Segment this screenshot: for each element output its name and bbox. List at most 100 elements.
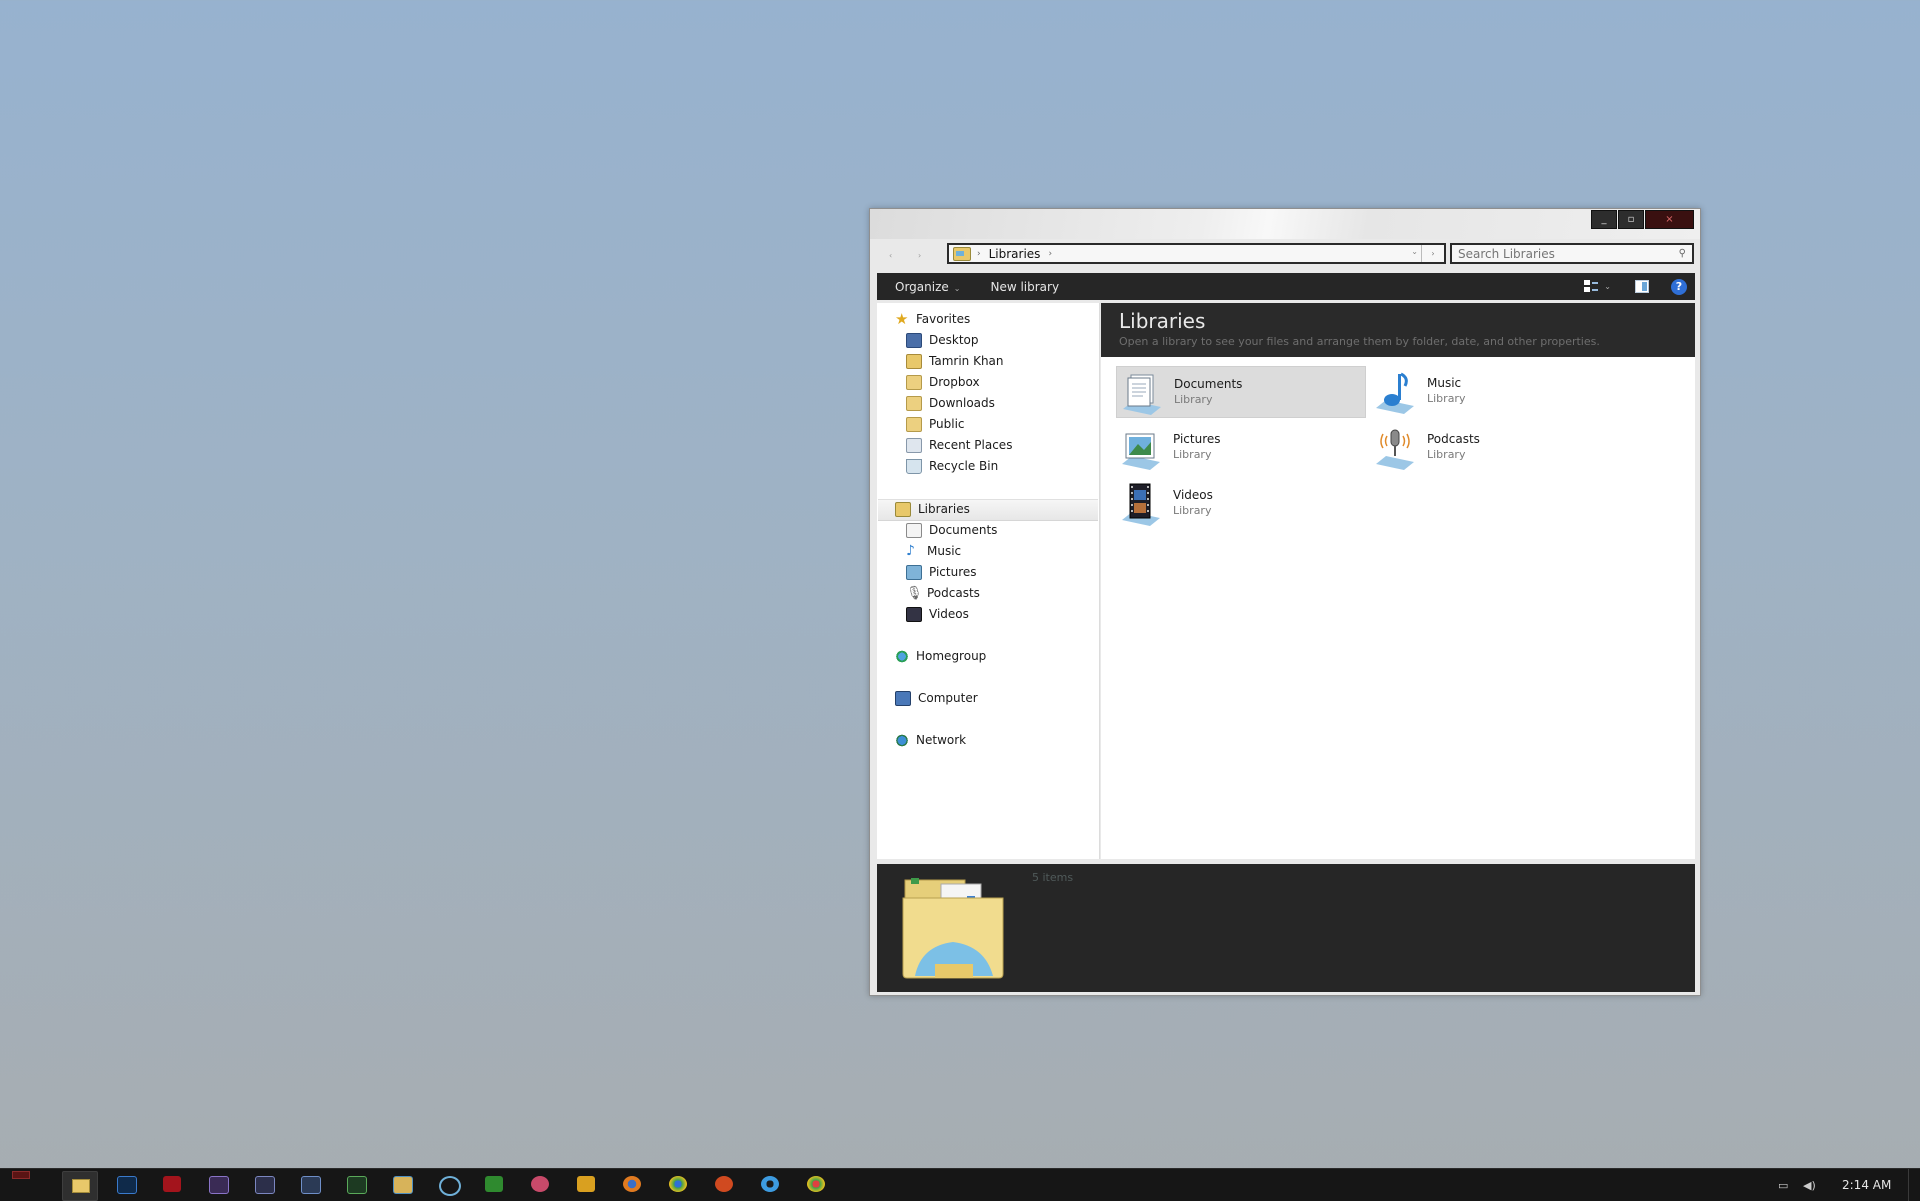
recent-places-icon [906, 437, 922, 453]
item-count: 5 items [1032, 871, 1074, 884]
library-documents[interactable]: Documents Library [1116, 366, 1366, 418]
start-icon[interactable] [12, 1171, 30, 1179]
nav-favorites[interactable]: ★ Favorites [895, 309, 970, 329]
minimize-button[interactable]: _ [1591, 210, 1617, 229]
organize-label: Organize [895, 279, 949, 294]
nav-user-folder[interactable]: Tamrin Khan [906, 351, 1004, 371]
nav-podcasts[interactable]: 🎙 Podcasts [906, 583, 980, 603]
microphone-icon: 🎙 [906, 585, 923, 601]
opera-icon[interactable] [715, 1176, 733, 1192]
volume-icon[interactable]: ◀) [1803, 1179, 1817, 1192]
nav-label: Documents [929, 523, 998, 537]
change-view-icon[interactable] [1584, 280, 1599, 293]
nav-label: Videos [929, 607, 969, 621]
library-type: Library [1427, 448, 1466, 461]
clock[interactable]: 2:14 AM [1842, 1178, 1891, 1192]
breadcrumb-libraries[interactable]: Libraries [989, 247, 1041, 261]
nav-videos[interactable]: Videos [906, 604, 969, 624]
videos-library-icon [1122, 483, 1160, 526]
preview-pane-icon[interactable] [1635, 280, 1649, 293]
pinwheel-icon[interactable] [531, 1176, 549, 1192]
search-input[interactable] [1452, 245, 1670, 262]
new-library-button[interactable]: New library [990, 280, 1059, 294]
library-pictures[interactable]: Pictures Library [1116, 422, 1366, 474]
nav-label: Pictures [929, 565, 977, 579]
nav-public[interactable]: Public [906, 414, 965, 434]
breadcrumb-separator-icon[interactable]: › [1048, 249, 1052, 259]
flash-icon[interactable] [163, 1176, 181, 1192]
explorer-icon [72, 1179, 90, 1193]
nav-label: Desktop [929, 333, 979, 347]
nav-computer[interactable]: Computer [895, 688, 978, 708]
help-icon[interactable]: ? [1671, 278, 1687, 295]
nav-recycle-bin[interactable]: Recycle Bin [906, 456, 998, 476]
library-music[interactable]: Music Library [1370, 366, 1620, 418]
library-name: Videos [1173, 488, 1213, 502]
library-videos[interactable]: Videos Library [1116, 478, 1366, 530]
utorrent-icon[interactable] [485, 1176, 503, 1192]
library-name: Pictures [1173, 432, 1221, 446]
library-podcasts[interactable]: Podcasts Library [1370, 422, 1620, 474]
back-arrow-icon[interactable]: ‹ [889, 251, 892, 260]
nav-music[interactable]: ♪ Music [906, 541, 961, 561]
folder-icon [906, 416, 922, 432]
organize-button[interactable]: Organize ⌄ [895, 280, 960, 294]
homegroup-icon [895, 649, 909, 663]
navigation-pane: ★ Favorites Desktop Tamrin Khan Dropbox … [877, 303, 1100, 859]
pictures-library-icon [1122, 433, 1160, 470]
nav-downloads[interactable]: Downloads [906, 393, 995, 413]
user-folder-icon [906, 353, 922, 369]
title-bar[interactable]: _ ▫ × [870, 209, 1700, 239]
nav-label: Music [927, 544, 962, 558]
nav-label: Dropbox [929, 375, 980, 389]
breadcrumb-separator-icon[interactable]: › [977, 249, 981, 259]
maximize-button[interactable]: ▫ [1618, 210, 1644, 229]
premiere-icon[interactable] [209, 1176, 229, 1194]
folder-icon [906, 374, 922, 390]
fireworks-icon[interactable] [301, 1176, 321, 1194]
refresh-icon[interactable]: › [1421, 245, 1444, 262]
photoshop-icon[interactable] [117, 1176, 137, 1194]
chrome-icon[interactable] [669, 1176, 687, 1192]
page-subtitle: Open a library to see your files and arr… [1119, 335, 1600, 348]
notepad-icon[interactable] [347, 1176, 367, 1194]
library-type: Library [1173, 448, 1212, 461]
show-desktop-button[interactable] [1908, 1169, 1920, 1201]
nav-dropbox[interactable]: Dropbox [906, 372, 980, 392]
taskbar-explorer-button[interactable] [62, 1171, 98, 1201]
address-dropdown-icon[interactable]: ⌄ [1411, 247, 1418, 256]
library-header: Libraries Open a library to see your fil… [1101, 303, 1695, 357]
libraries-icon [895, 501, 911, 517]
steam-icon[interactable] [761, 1176, 779, 1192]
firefox-icon[interactable] [623, 1176, 641, 1192]
nav-label: Podcasts [927, 586, 980, 600]
close-button[interactable]: × [1645, 210, 1694, 229]
nav-label: Public [929, 417, 965, 431]
folder-sync-icon[interactable] [393, 1176, 413, 1194]
encore-icon[interactable] [255, 1176, 275, 1194]
star-icon: ★ [895, 309, 909, 328]
nav-recent-places[interactable]: Recent Places [906, 435, 1012, 455]
chain-icon[interactable] [439, 1176, 461, 1196]
libraries-folder-icon [902, 878, 1004, 979]
search-box[interactable]: ⚲ [1450, 243, 1694, 264]
nav-label: Homegroup [916, 649, 987, 663]
address-bar[interactable]: › Libraries › ⌄ › [947, 243, 1446, 264]
winamp-icon[interactable] [577, 1176, 595, 1192]
forward-arrow-icon[interactable]: › [918, 251, 921, 260]
network-icon [895, 733, 909, 747]
nav-pictures[interactable]: Pictures [906, 562, 977, 582]
view-options-chevron-icon[interactable]: ⌄ [1604, 282, 1611, 291]
music-library-icon [1376, 372, 1414, 414]
nav-label: Downloads [929, 396, 995, 410]
video-film-icon [906, 606, 922, 622]
chrome-alt-icon[interactable] [807, 1176, 825, 1192]
search-icon[interactable]: ⚲ [1679, 248, 1686, 259]
nav-network[interactable]: Network [895, 730, 966, 750]
nav-documents[interactable]: Documents [906, 520, 997, 540]
nav-homegroup[interactable]: Homegroup [895, 646, 986, 666]
nav-desktop[interactable]: Desktop [906, 330, 979, 350]
network-tray-icon[interactable]: ▭ [1778, 1179, 1792, 1192]
library-type: Library [1427, 392, 1466, 405]
nav-libraries[interactable]: Libraries [895, 499, 970, 519]
